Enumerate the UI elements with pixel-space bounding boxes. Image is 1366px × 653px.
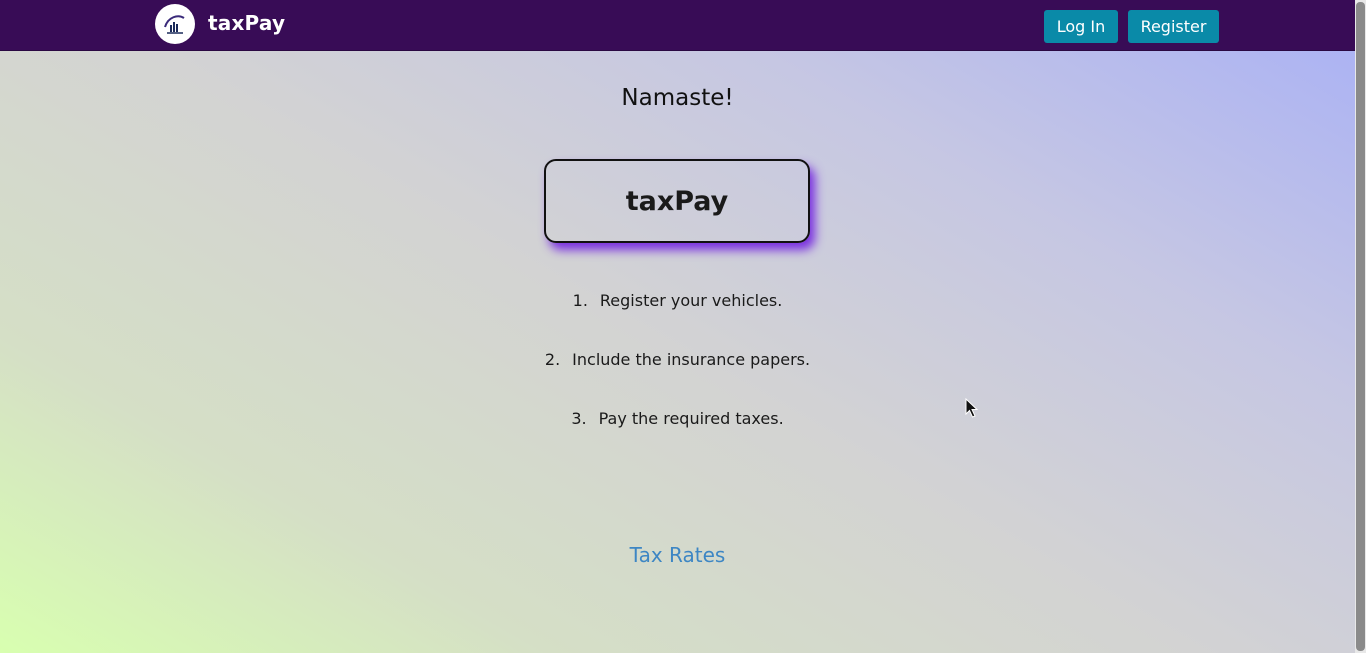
top-navbar: taxPay Log In Register <box>0 0 1355 51</box>
vertical-scrollbar[interactable] <box>1355 0 1366 653</box>
hero-title: taxPay <box>625 185 729 217</box>
step-number: 2. <box>544 350 561 369</box>
register-button[interactable]: Register <box>1128 10 1219 43</box>
hero-card: taxPay <box>544 159 810 243</box>
step-text: Include the insurance papers. <box>572 350 811 369</box>
list-item: 2. Include the insurance papers. <box>0 349 1355 408</box>
brand-name[interactable]: taxPay <box>208 11 285 35</box>
step-text: Register your vehicles. <box>599 291 783 310</box>
steps-list: 1. Register your vehicles. 2. Include the … <box>0 290 1355 467</box>
list-item: 3. Pay the required taxes. <box>0 408 1355 467</box>
step-number: 1. <box>572 291 588 310</box>
login-button[interactable]: Log In <box>1044 10 1118 43</box>
list-item: 1. Register your vehicles. <box>0 290 1355 349</box>
greeting-heading: Namaste! <box>621 85 734 111</box>
step-text: Pay the required taxes. <box>598 409 784 428</box>
scrollbar-thumb[interactable] <box>1356 2 1365 651</box>
brand-logo-icon[interactable] <box>155 4 195 44</box>
mouse-pointer-icon <box>965 397 979 422</box>
tax-rates-link[interactable]: Tax Rates <box>0 543 1355 567</box>
step-number: 3. <box>571 409 587 428</box>
